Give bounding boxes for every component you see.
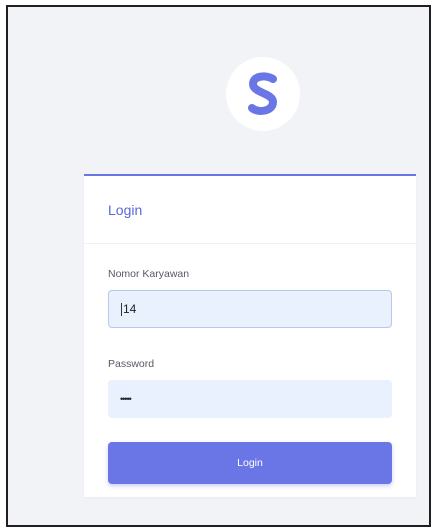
password-value: •••••	[120, 394, 132, 404]
login-button-label: Login	[237, 457, 263, 469]
brand-logo	[226, 57, 300, 131]
text-caret	[121, 302, 122, 316]
employee-number-value: 14	[123, 302, 137, 316]
password-input[interactable]: •••••	[108, 380, 392, 418]
password-label: Password	[108, 358, 155, 370]
card-title: Login	[108, 201, 143, 218]
card-header: Login	[84, 176, 416, 244]
employee-number-label: Nomor Karyawan	[108, 268, 190, 280]
login-card: Login Nomor Karyawan 14 Password ••••• L…	[84, 174, 416, 497]
login-button[interactable]: Login	[108, 442, 392, 484]
s-brand-logo-icon	[248, 72, 278, 115]
login-page: Login Nomor Karyawan 14 Password ••••• L…	[6, 5, 431, 527]
employee-number-input[interactable]: 14	[108, 290, 392, 328]
